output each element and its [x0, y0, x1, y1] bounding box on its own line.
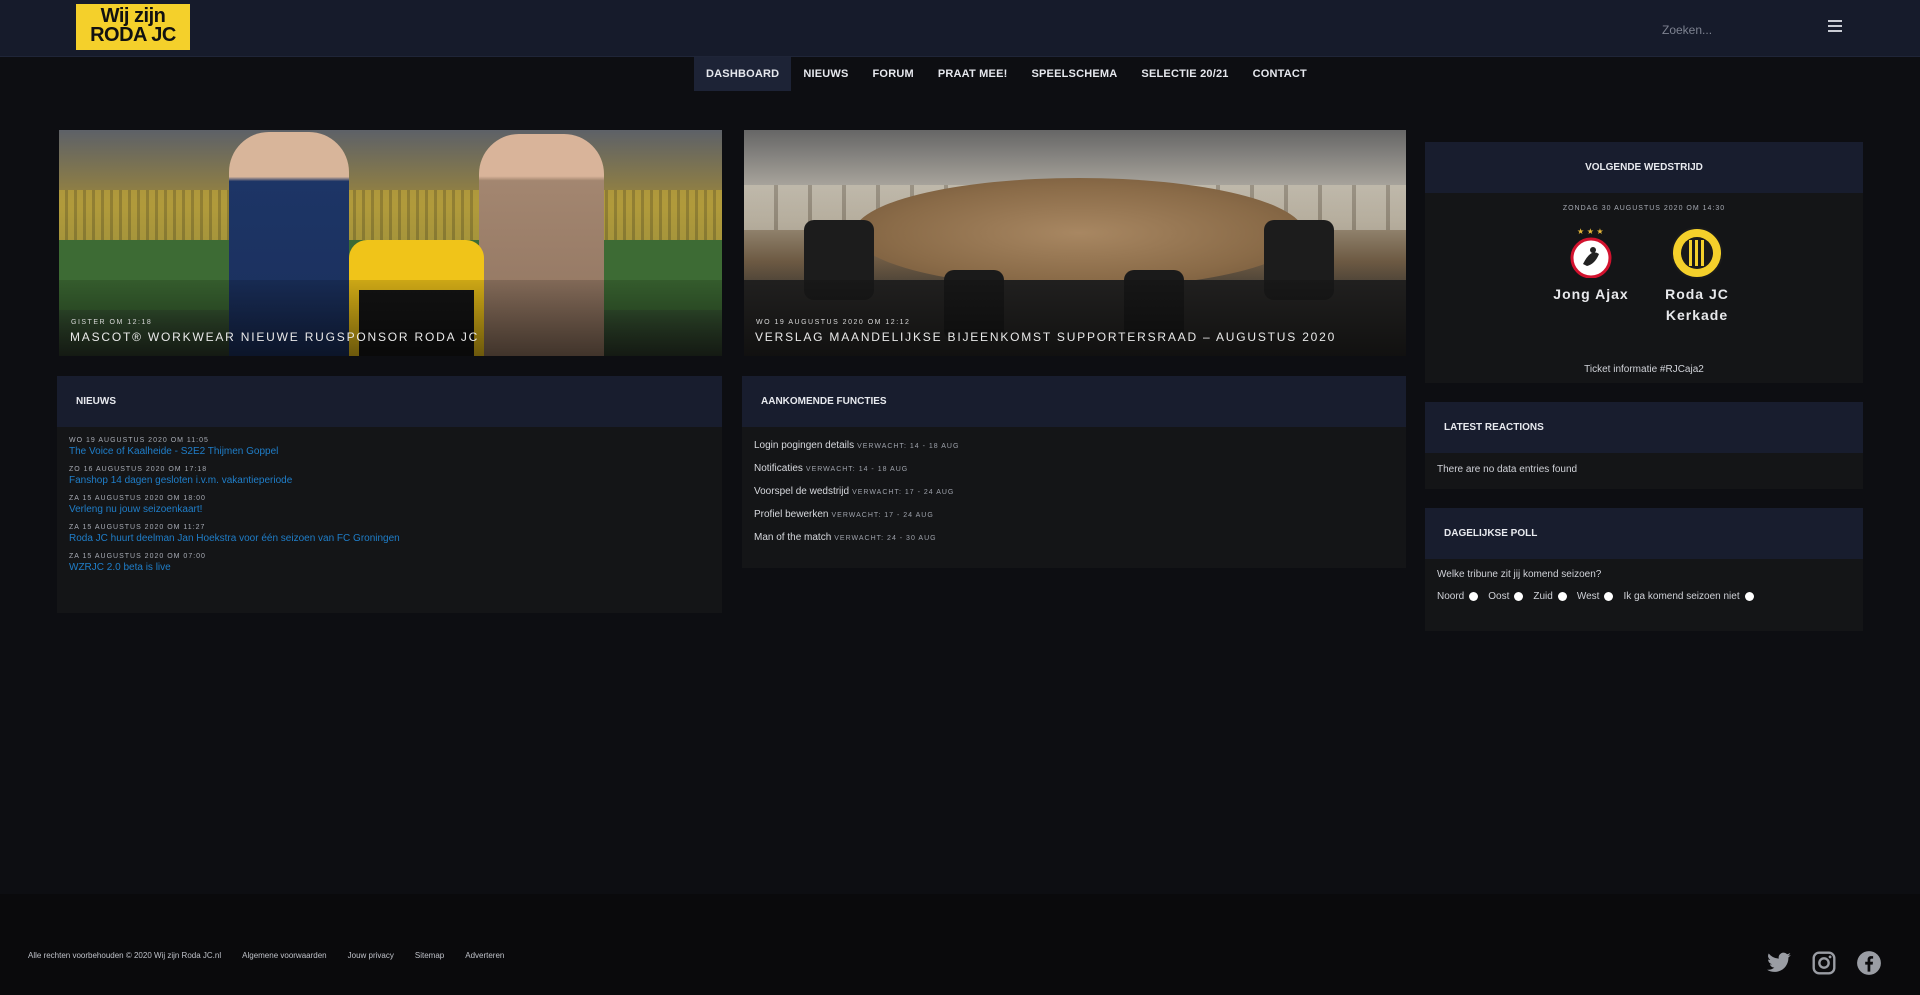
roda-jc-logo-icon [1671, 227, 1723, 279]
poll-radio-west[interactable] [1604, 592, 1614, 601]
footer-link-terms[interactable]: Algemene voorwaarden [242, 951, 327, 960]
news-link[interactable]: Roda JC huurt deelman Jan Hoekstra voor … [69, 533, 710, 544]
away-team-name-line1: Roda JC [1665, 286, 1729, 302]
poll-option-label: Noord [1437, 591, 1465, 602]
feature-item: Notificaties VERWACHT: 14 - 18 AUG [754, 463, 1394, 474]
nav-nieuws[interactable]: NIEUWS [791, 57, 860, 91]
feature-name: Man of the match [754, 532, 832, 543]
poll-option-label: Oost [1488, 591, 1510, 602]
feature-item: Man of the match VERWACHT: 24 - 30 AUG [754, 532, 1394, 543]
empty-message: There are no data entries found [1437, 464, 1578, 475]
next-match-panel: VOLGENDE WEDSTRIJD ZONDAG 30 AUGUSTUS 20… [1425, 142, 1863, 383]
news-link[interactable]: WZRJC 2.0 beta is live [69, 562, 710, 573]
svg-text:★ ★ ★: ★ ★ ★ [1577, 227, 1604, 236]
news-item: ZA 15 AUGUSTUS 2020 OM 11:27 Roda JC huu… [69, 524, 710, 544]
facebook-icon[interactable] [1856, 950, 1882, 976]
feature-expected: VERWACHT: 14 - 18 AUG [805, 466, 909, 473]
news-link[interactable]: Verleng nu jouw seizoenkaart! [69, 504, 710, 515]
feature-expected: VERWACHT: 24 - 30 AUG [834, 535, 937, 542]
feature-name: Notificaties [754, 463, 803, 474]
nav-selectie[interactable]: SELECTIE 20/21 [1129, 57, 1240, 91]
footer-link-sitemap[interactable]: Sitemap [415, 951, 444, 960]
poll-radio-zuid[interactable] [1557, 592, 1567, 601]
upcoming-features-panel: AANKOMENDE FUNCTIES Login pogingen detai… [742, 376, 1406, 568]
news-date: WO 19 AUGUSTUS 2020 OM 11:05 [69, 437, 209, 444]
feature-item: Login pogingen details VERWACHT: 14 - 18 … [754, 440, 1394, 451]
hero-title[interactable]: VERSLAG MAANDELIJKSE BIJEENKOMST SUPPORT… [755, 330, 1336, 344]
news-date: ZA 15 AUGUSTUS 2020 OM 07:00 [69, 553, 206, 560]
panel-title: VOLGENDE WEDSTRIJD [1425, 142, 1863, 193]
home-team[interactable]: ★ ★ ★ Jong Ajax [1531, 226, 1651, 305]
site-logo[interactable]: Wij zijn RODA JC [76, 4, 190, 50]
feature-name: Login pogingen details [754, 440, 855, 451]
hero-caption-bg [59, 280, 722, 356]
ajax-logo-icon: ★ ★ ★ [1570, 227, 1612, 278]
main-nav: DASHBOARD NIEUWS FORUM PRAAT MEE! SPEELS… [694, 57, 1319, 91]
poll-radio-noord[interactable] [1469, 592, 1479, 601]
poll-option-label: West [1576, 591, 1600, 602]
feature-item: Voorspel de wedstrijd VERWACHT: 17 - 24 A… [754, 486, 1394, 497]
news-item: ZA 15 AUGUSTUS 2020 OM 18:00 Verleng nu … [69, 495, 710, 515]
logo-line-2: RODA JC [90, 24, 176, 46]
nav-praat-mee[interactable]: PRAAT MEE! [926, 57, 1020, 91]
panel-title: AANKOMENDE FUNCTIES [742, 376, 1406, 427]
news-item: ZO 16 AUGUSTUS 2020 OM 17:18 Fanshop 14 … [69, 466, 710, 486]
hero-article-supportersraad[interactable]: WO 19 AUGUSTUS 2020 OM 12:12 VERSLAG MAA… [744, 130, 1406, 356]
hero-date: WO 19 AUGUSTUS 2020 OM 12:12 [756, 319, 911, 326]
nav-speelschema[interactable]: SPEELSCHEMA [1019, 57, 1129, 91]
nav-dashboard[interactable]: DASHBOARD [694, 57, 792, 91]
nav-contact[interactable]: CONTACT [1241, 57, 1319, 91]
feature-item: Profiel bewerken VERWACHT: 17 - 24 AUG [754, 509, 1394, 520]
news-link[interactable]: Fanshop 14 dagen gesloten i.v.m. vakanti… [69, 475, 710, 486]
daily-poll-panel: DAGELIJKSE POLL Welke tribune zit jij ko… [1425, 508, 1863, 631]
news-item: ZA 15 AUGUSTUS 2020 OM 07:00 WZRJC 2.0 b… [69, 553, 710, 573]
match-date: ZONDAG 30 AUGUSTUS 2020 OM 14:30 [1562, 205, 1726, 212]
away-team-name-line2: Kerkade [1665, 307, 1729, 323]
news-link[interactable]: The Voice of Kaalheide - S2E2 Thijmen Go… [69, 446, 710, 457]
latest-reactions-panel: LATEST REACTIONS There are no data entri… [1425, 402, 1863, 489]
poll-radio-oost[interactable] [1514, 592, 1524, 601]
away-team[interactable]: Roda JC Kerkade [1637, 226, 1757, 326]
ticket-info-link[interactable]: Ticket informatie #RJCaja2 [1425, 364, 1863, 375]
home-team-name: Jong Ajax [1553, 286, 1629, 302]
hero-table [854, 178, 1304, 288]
feature-expected: VERWACHT: 17 - 24 AUG [852, 489, 955, 496]
news-date: ZA 15 AUGUSTUS 2020 OM 18:00 [69, 495, 206, 502]
poll-option-label: Ik ga komend seizoen niet [1623, 591, 1740, 602]
panel-title: DAGELIJKSE POLL [1425, 508, 1863, 559]
feature-name: Profiel bewerken [754, 509, 829, 520]
news-panel: NIEUWS WO 19 AUGUSTUS 2020 OM 11:05 The … [57, 376, 722, 613]
news-date: ZA 15 AUGUSTUS 2020 OM 11:27 [69, 524, 206, 531]
panel-title: LATEST REACTIONS [1425, 402, 1863, 453]
panel-title: NIEUWS [57, 376, 722, 427]
footer-copyright: Alle rechten voorbehouden © 2020 Wij zij… [28, 951, 222, 960]
footer [0, 894, 1920, 995]
poll-question: Welke tribune zit jij komend seizoen? [1437, 569, 1602, 580]
hero-title[interactable]: MASCOT® WORKWEAR NIEUWE RUGSPONSOR RODA … [70, 330, 479, 344]
feature-expected: VERWACHT: 17 - 24 AUG [831, 512, 934, 519]
top-bar: Wij zijn RODA JC [0, 0, 1920, 57]
footer-links: Alle rechten voorbehouden © 2020 Wij zij… [28, 951, 525, 960]
footer-link-privacy[interactable]: Jouw privacy [348, 951, 394, 960]
poll-options: Noord Oost Zuid West Ik ga komend seizoe… [1437, 591, 1851, 602]
poll-option-label: Zuid [1533, 591, 1553, 602]
news-date: ZO 16 AUGUSTUS 2020 OM 17:18 [69, 466, 208, 473]
feature-name: Voorspel de wedstrijd [754, 486, 850, 497]
feature-expected: VERWACHT: 14 - 18 AUG [857, 443, 960, 450]
hamburger-menu-icon[interactable] [1828, 20, 1842, 32]
instagram-icon[interactable] [1811, 950, 1837, 976]
search-input[interactable] [1660, 18, 1824, 42]
hero-caption-bg [744, 280, 1406, 356]
hero-article-sponsor[interactable]: GISTER OM 12:18 MASCOT® WORKWEAR NIEUWE … [59, 130, 722, 356]
twitter-icon[interactable] [1766, 950, 1792, 976]
hero-date: GISTER OM 12:18 [71, 319, 153, 326]
nav-forum[interactable]: FORUM [861, 57, 926, 91]
footer-link-advertise[interactable]: Adverteren [465, 951, 504, 960]
poll-radio-niet[interactable] [1744, 592, 1754, 601]
news-item: WO 19 AUGUSTUS 2020 OM 11:05 The Voice o… [69, 437, 710, 457]
